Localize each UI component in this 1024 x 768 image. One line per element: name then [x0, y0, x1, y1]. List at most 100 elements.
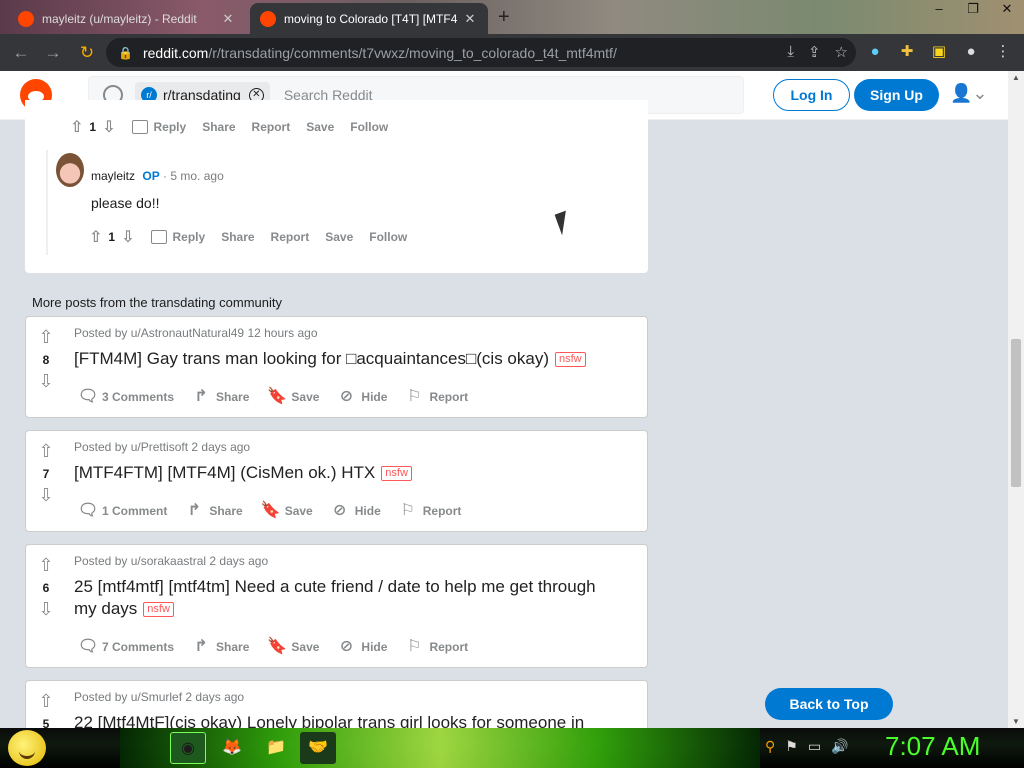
downvote-icon[interactable]: ⇩ — [26, 485, 66, 507]
post-actions: 🗨 3 Comments ↱ Share 🔖 Save ⊘ Hide ⚐ Report — [78, 388, 486, 406]
comment-time[interactable]: · 5 mo. ago — [163, 169, 224, 183]
follow-button[interactable]: Follow — [369, 230, 407, 244]
back-to-top-button[interactable]: Back to Top — [765, 688, 893, 720]
flag-icon: ⚐ — [400, 502, 415, 519]
restore-icon[interactable]: ❐ — [956, 0, 990, 20]
forward-arrow-icon[interactable]: → — [42, 42, 64, 64]
report-button[interactable]: ⚐ Report — [405, 638, 468, 656]
flag-icon: ⚐ — [407, 388, 422, 405]
save-button[interactable]: 🔖 Save — [267, 638, 319, 656]
scrollbar-thumb[interactable] — [1011, 339, 1021, 487]
thread-line[interactable] — [46, 150, 48, 255]
comment-author[interactable]: mayleitz — [91, 169, 135, 183]
post-card[interactable]: ⇧ 7 ⇩ Posted by u/Prettisoft 2 days ago … — [25, 430, 648, 532]
post-actions: 🗨 7 Comments ↱ Share 🔖 Save ⊘ Hide ⚐ Report — [78, 638, 486, 656]
new-tab-button[interactable]: + — [498, 6, 510, 29]
close-window-icon[interactable]: ✕ — [990, 0, 1024, 20]
reddit-favicon-icon — [18, 10, 34, 27]
upvote-icon[interactable]: ⇧ — [70, 117, 83, 137]
save-button[interactable]: Save — [325, 230, 353, 244]
search-tray-icon[interactable]: ⚲ — [765, 738, 775, 755]
comments-button[interactable]: 🗨 1 Comment — [78, 502, 167, 520]
minimize-icon[interactable]: – — [922, 0, 956, 20]
share-button[interactable]: Share — [202, 120, 235, 134]
puzzle-extensions-icon[interactable]: ✚ — [896, 41, 918, 63]
trans-flag-extension-icon[interactable]: ● — [864, 41, 886, 63]
bookmark-icon: 🔖 — [260, 502, 281, 519]
downvote-icon[interactable]: ⇩ — [121, 227, 134, 247]
taskbar-clock[interactable]: 7:07 AM — [885, 731, 980, 762]
share-button[interactable]: ↱ Share — [192, 638, 249, 656]
post-title[interactable]: [FTM4M] Gay trans man looking for □acqua… — [74, 348, 586, 370]
post-meta: Posted by u/sorakaastral 2 days ago — [74, 554, 269, 568]
login-button[interactable]: Log In — [773, 79, 850, 111]
save-button[interactable]: Save — [306, 120, 334, 134]
post-title[interactable]: 22 [Mtf4MtF](cis okay) Lonely bipolar tr… — [74, 712, 584, 728]
flag-tray-icon[interactable]: ⚑ — [785, 738, 798, 755]
reply-button[interactable]: Reply — [131, 120, 186, 135]
handshake-taskbar-icon[interactable]: 🤝 — [300, 732, 336, 764]
report-button[interactable]: Report — [252, 120, 291, 134]
start-button-smiley-icon[interactable] — [8, 730, 46, 766]
reload-icon[interactable]: ↻ — [76, 42, 98, 64]
bookmark-star-icon[interactable]: ☆ — [835, 43, 848, 61]
upvote-icon[interactable]: ⇧ — [26, 441, 66, 463]
back-arrow-icon[interactable]: ← — [10, 42, 32, 64]
network-icon[interactable]: ▭ — [808, 738, 821, 755]
share-arrow-icon: ↱ — [194, 388, 208, 405]
upvote-icon[interactable]: ⇧ — [26, 691, 66, 713]
tab-profile[interactable]: mayleitz (u/mayleitz) - Reddit ✕ — [8, 3, 246, 34]
menu-kebab-icon[interactable]: ⋮ — [992, 41, 1014, 63]
share-icon[interactable]: ⇪ — [808, 43, 821, 61]
share-button[interactable]: ↱ Share — [192, 388, 249, 406]
post-title[interactable]: [MTF4FTM] [MTF4M] (CisMen ok.) HTX nsfw — [74, 462, 412, 484]
firefox-taskbar-icon[interactable]: 🦊 — [214, 732, 250, 764]
downvote-icon[interactable]: ⇩ — [26, 371, 66, 393]
report-button[interactable]: Report — [271, 230, 310, 244]
share-button[interactable]: ↱ Share — [185, 502, 243, 520]
avatar[interactable] — [56, 153, 84, 187]
upvote-icon[interactable]: ⇧ — [26, 327, 66, 349]
post-card[interactable]: ⇧ 6 ⇩ Posted by u/sorakaastral 2 days ag… — [25, 544, 648, 668]
upvote-icon[interactable]: ⇧ — [26, 555, 66, 577]
sidebar-icon[interactable]: ▣ — [928, 41, 950, 63]
hide-button[interactable]: ⊘ Hide — [337, 638, 388, 656]
post-card[interactable]: ⇧ 5 Posted by u/Smurlef 2 days ago 22 [M… — [25, 680, 648, 728]
post-actions: 🗨 1 Comment ↱ Share 🔖 Save ⊘ Hide ⚐ Report — [78, 502, 479, 520]
chrome-taskbar-icon[interactable]: ◉ — [170, 732, 206, 764]
save-button[interactable]: 🔖 Save — [267, 388, 319, 406]
page-scrollbar[interactable]: ▲ ▼ — [1008, 71, 1024, 728]
folder-taskbar-icon[interactable]: 📁 — [258, 732, 294, 764]
profile-icon[interactable]: ● — [960, 41, 982, 63]
comments-button[interactable]: 🗨 7 Comments — [78, 638, 174, 656]
tab-post[interactable]: moving to Colorado [T4T] [MTF4 ✕ — [250, 3, 488, 34]
signup-button[interactable]: Sign Up — [854, 79, 939, 111]
address-bar[interactable]: 🔒 reddit.com /r/transdating/comments/t7v… — [106, 38, 856, 67]
reply-button[interactable]: Reply — [150, 230, 205, 245]
post-card[interactable]: ⇧ 8 ⇩ Posted by u/AstronautNatural49 12 … — [25, 316, 648, 418]
vote-column: ⇧ 6 ⇩ — [26, 555, 66, 621]
vote-column: ⇧ 7 ⇩ — [26, 441, 66, 507]
downvote-icon[interactable]: ⇩ — [26, 599, 66, 621]
user-menu-icon[interactable]: 👤⌄ — [950, 83, 988, 104]
share-button[interactable]: Share — [221, 230, 254, 244]
comments-button[interactable]: 🗨 3 Comments — [78, 388, 174, 406]
follow-button[interactable]: Follow — [350, 120, 388, 134]
hide-button[interactable]: ⊘ Hide — [337, 388, 388, 406]
scroll-up-arrow-icon[interactable]: ▲ — [1012, 73, 1020, 82]
omnibox-actions: ⤓ ⇪ ☆ — [787, 43, 848, 61]
volume-icon[interactable]: 🔊 — [831, 738, 848, 755]
post-title[interactable]: 25 [mtf4mtf] [mtf4tm] Need a cute friend… — [74, 576, 614, 620]
downvote-icon[interactable]: ⇩ — [102, 117, 115, 137]
close-icon[interactable]: ✕ — [462, 11, 478, 27]
scroll-down-arrow-icon[interactable]: ▼ — [1012, 717, 1020, 726]
report-button[interactable]: ⚐ Report — [399, 502, 462, 520]
upvote-icon[interactable]: ⇧ — [89, 227, 102, 247]
close-icon[interactable]: ✕ — [220, 11, 236, 27]
hide-button[interactable]: ⊘ Hide — [331, 502, 381, 520]
report-button[interactable]: ⚐ Report — [405, 388, 468, 406]
save-button[interactable]: 🔖 Save — [261, 502, 313, 520]
install-icon[interactable]: ⤓ — [787, 43, 794, 61]
tab-title: moving to Colorado [T4T] [MTF4 — [284, 11, 458, 26]
comment-score: 1 — [89, 120, 97, 134]
